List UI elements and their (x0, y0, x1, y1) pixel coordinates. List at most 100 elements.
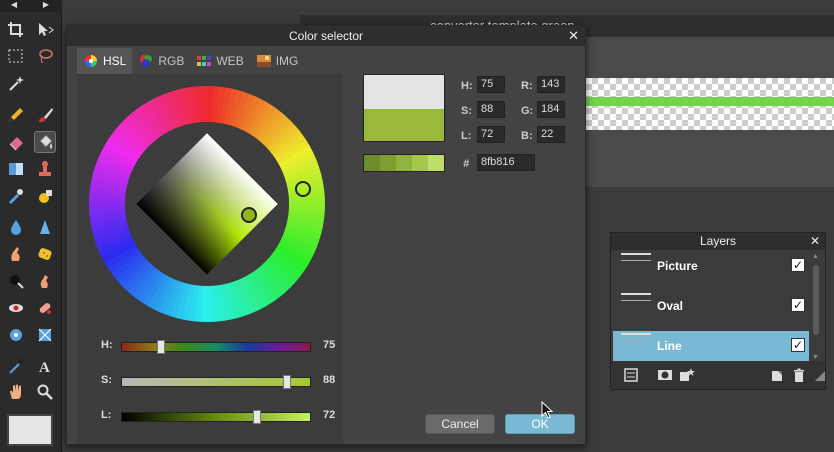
prev-arrow-icon[interactable]: ◀ (9, 0, 19, 10)
new-layer-icon[interactable] (769, 367, 785, 383)
shade-swatch[interactable] (412, 155, 428, 171)
h-field[interactable]: 75 (477, 76, 505, 93)
hue-wheel[interactable] (87, 84, 327, 324)
pinch-icon[interactable] (34, 324, 56, 346)
layer-visibility-checkbox[interactable]: ✓ (791, 258, 805, 272)
shade-swatch[interactable] (380, 155, 396, 171)
r-field[interactable]: 143 (537, 76, 565, 93)
crop-icon[interactable] (5, 19, 27, 41)
previous-color-swatch[interactable] (364, 75, 444, 109)
resize-grip-icon[interactable] (811, 367, 827, 383)
layer-row-line[interactable]: Line ✓ (613, 331, 809, 361)
gradient-icon[interactable] (5, 158, 27, 180)
next-arrow-icon[interactable]: ▶ (41, 0, 51, 10)
color-picker-icon[interactable] (5, 185, 27, 207)
layer-name: Line (657, 339, 682, 353)
hue-slider-thumb[interactable] (157, 340, 166, 354)
b-field-label: B: (521, 130, 533, 142)
drop-icon[interactable] (5, 216, 27, 238)
saturation-slider-label: S: (101, 374, 112, 386)
lightness-slider-track[interactable] (121, 410, 311, 424)
layers-close-icon[interactable]: ✕ (810, 233, 820, 250)
tools-panel: ◀ ▶ A (0, 0, 62, 452)
layer-styles-icon[interactable] (679, 367, 695, 383)
hue-slider-label: H: (101, 339, 113, 351)
layers-scrollbar[interactable]: ▲ ▼ (811, 253, 821, 361)
scrollbar-thumb[interactable] (813, 265, 819, 335)
burn-icon[interactable] (5, 270, 27, 292)
s-field[interactable]: 88 (477, 101, 505, 118)
bloat-icon[interactable] (5, 324, 27, 346)
eyedropper-icon[interactable] (5, 355, 27, 377)
hsl-panel: H: 75 S: 88 L: 72 (77, 74, 343, 444)
layer-row-oval[interactable]: Oval ✓ (613, 291, 809, 321)
shade-swatch[interactable] (396, 155, 412, 171)
paint-bucket-icon[interactable] (34, 131, 56, 153)
tab-web-label: WEB (216, 54, 244, 68)
layer-row-picture[interactable]: Picture ✓ (613, 251, 809, 281)
layer-settings-icon[interactable] (623, 367, 639, 383)
smudge-icon[interactable] (5, 243, 27, 265)
spot-heal-icon[interactable] (34, 297, 56, 319)
svg-text:A: A (39, 360, 50, 375)
image-icon (256, 55, 271, 67)
dodge-icon[interactable] (34, 270, 56, 292)
hand-icon[interactable] (5, 381, 27, 403)
layer-thumbnail (621, 253, 651, 261)
ok-button[interactable]: OK (505, 414, 575, 434)
saturation-slider-row: S: 88 (101, 374, 341, 389)
hex-field[interactable]: 8fb816 (477, 154, 535, 171)
foreground-color-swatch[interactable] (7, 414, 53, 446)
dialog-titlebar[interactable]: Color selector ✕ (67, 26, 585, 46)
r-field-label: R: (521, 80, 533, 92)
text-icon[interactable]: A (34, 355, 56, 377)
hue-slider-track[interactable] (121, 340, 311, 354)
layer-mask-icon[interactable] (657, 367, 673, 383)
stamp-icon[interactable] (34, 158, 56, 180)
eraser-icon[interactable] (5, 131, 27, 153)
shape-icon[interactable] (34, 185, 56, 207)
tab-hsl-label: HSL (103, 54, 127, 68)
close-icon[interactable]: ✕ (568, 28, 579, 44)
lightness-slider-thumb[interactable] (253, 410, 262, 424)
scroll-down-icon[interactable]: ▼ (812, 354, 819, 361)
sponge-icon[interactable] (34, 243, 56, 265)
sl-marker[interactable] (241, 207, 257, 223)
lightness-slider-value: 72 (323, 409, 336, 421)
saturation-slider-track[interactable] (121, 375, 311, 389)
brush-icon[interactable] (34, 104, 56, 126)
lasso-icon[interactable] (34, 45, 56, 67)
b-field[interactable]: 22 (537, 126, 565, 143)
tab-img[interactable]: IMG (250, 48, 305, 74)
pencil-icon[interactable] (5, 104, 27, 126)
zoom-icon[interactable] (34, 381, 56, 403)
hue-slider-row: H: 75 (101, 339, 341, 354)
hsl-wheel-icon (85, 55, 97, 67)
sharpen-icon[interactable] (34, 216, 56, 238)
red-eye-icon[interactable] (5, 297, 27, 319)
tab-rgb[interactable]: RGB (132, 48, 190, 74)
color-selector-dialog: Color selector ✕ HSL RGB WEB IMG H: 75 S… (66, 25, 586, 445)
trash-icon[interactable] (791, 367, 807, 383)
layer-thumbnail (621, 333, 651, 341)
layers-titlebar[interactable]: Layers ✕ (611, 233, 825, 250)
tab-web[interactable]: WEB (190, 48, 249, 74)
layers-footer (611, 361, 825, 389)
magic-wand-icon[interactable] (5, 72, 27, 94)
g-field[interactable]: 184 (537, 101, 565, 118)
shade-swatch[interactable] (428, 155, 444, 171)
cancel-button[interactable]: Cancel (425, 414, 495, 434)
tab-hsl[interactable]: HSL (77, 48, 133, 74)
layer-visibility-checkbox[interactable]: ✓ (791, 298, 805, 312)
scroll-up-icon[interactable]: ▲ (812, 253, 819, 260)
saturation-slider-thumb[interactable] (283, 375, 292, 389)
layer-thumbnail (621, 293, 651, 301)
saturation-slider-value: 88 (323, 374, 336, 386)
marquee-icon[interactable] (5, 45, 27, 67)
l-field[interactable]: 72 (477, 126, 505, 143)
workspace-lower (586, 130, 834, 185)
shade-swatch[interactable] (364, 155, 380, 171)
layer-visibility-checkbox[interactable]: ✓ (791, 338, 805, 352)
shade-swatches (363, 154, 445, 172)
move-icon[interactable] (34, 19, 56, 41)
